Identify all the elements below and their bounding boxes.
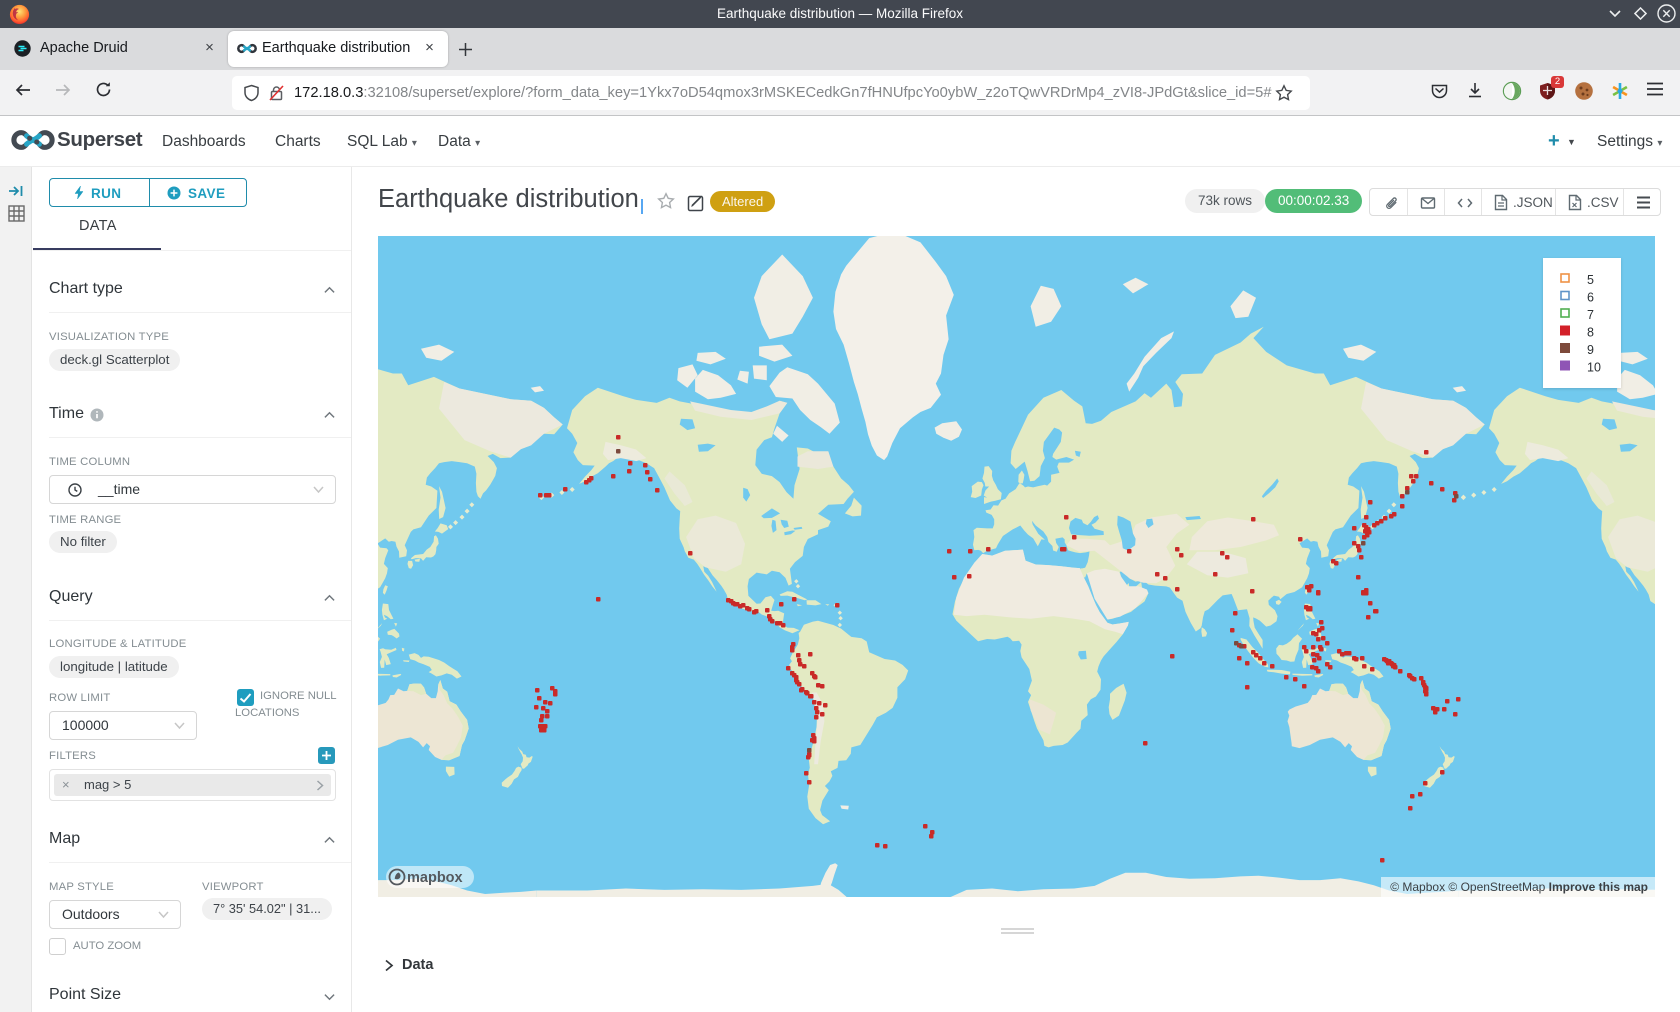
svg-text:mapbox: mapbox [407,870,463,886]
svg-text:7: 7 [1587,308,1594,322]
svg-text:8: 8 [1587,326,1594,340]
svg-text:10: 10 [1587,361,1601,375]
svg-text:6: 6 [1587,291,1594,305]
svg-text:5: 5 [1587,273,1594,287]
svg-text:9: 9 [1587,343,1594,357]
